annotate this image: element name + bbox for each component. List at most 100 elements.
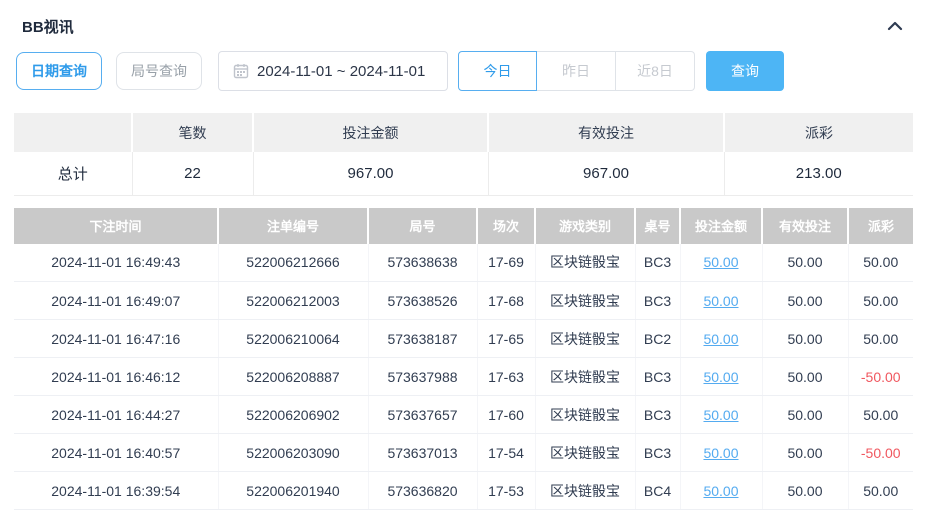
table-row: 2024-11-01 16:46:12 522006208887 5736379… xyxy=(14,358,913,396)
cell-bet-time: 2024-11-01 16:39:54 xyxy=(14,472,218,510)
cell-table-no: BC2 xyxy=(635,320,680,358)
cell-valid-bet: 50.00 xyxy=(762,244,848,282)
cell-payout: 50.00 xyxy=(848,282,913,320)
header-payout: 派彩 xyxy=(848,208,913,244)
cell-bet-amount: 50.00 xyxy=(680,472,762,510)
cell-payout: -50.00 xyxy=(848,358,913,396)
summary-header-count: 笔数 xyxy=(132,113,253,152)
summary-header-valid-bet: 有效投注 xyxy=(488,113,724,152)
quick-range-yesterday[interactable]: 昨日 xyxy=(537,51,616,91)
cell-game-type: 区块链骰宝 xyxy=(535,472,635,510)
cell-payout: 50.00 xyxy=(848,396,913,434)
cell-bet-amount: 50.00 xyxy=(680,282,762,320)
table-row: 2024-11-01 16:44:27 522006206902 5736376… xyxy=(14,396,913,434)
bet-amount-link[interactable]: 50.00 xyxy=(703,445,738,461)
summary-header-payout: 派彩 xyxy=(724,113,913,152)
bet-amount-link[interactable]: 50.00 xyxy=(703,483,738,499)
cell-bet-id: 522006208887 xyxy=(218,358,368,396)
cell-session: 17-69 xyxy=(477,244,535,282)
cell-round-id: 573638526 xyxy=(368,282,477,320)
quick-range-last8days[interactable]: 近8日 xyxy=(616,51,695,91)
cell-table-no: BC3 xyxy=(635,358,680,396)
cell-bet-amount: 50.00 xyxy=(680,244,762,282)
cell-table-no: BC3 xyxy=(635,434,680,472)
cell-bet-amount: 50.00 xyxy=(680,434,762,472)
summary-total-count: 22 xyxy=(132,152,253,195)
table-row: 2024-11-01 16:49:07 522006212003 5736385… xyxy=(14,282,913,320)
cell-table-no: BC3 xyxy=(635,282,680,320)
page-title: BB视讯 xyxy=(22,16,74,37)
bet-amount-link[interactable]: 50.00 xyxy=(703,407,738,423)
cell-round-id: 573636820 xyxy=(368,472,477,510)
cell-game-type: 区块链骰宝 xyxy=(535,358,635,396)
table-row: 2024-11-01 16:39:54 522006201940 5736368… xyxy=(14,472,913,510)
cell-table-no: BC3 xyxy=(635,396,680,434)
collapse-button[interactable] xyxy=(887,19,903,35)
date-range-input[interactable]: 2024-11-01 ~ 2024-11-01 xyxy=(218,51,448,91)
cell-round-id: 573637657 xyxy=(368,396,477,434)
cell-payout: 50.00 xyxy=(848,244,913,282)
panel-header: BB视讯 xyxy=(0,0,933,40)
bet-records-table: 下注时间 注单编号 局号 场次 游戏类别 桌号 投注金额 有效投注 派彩 202… xyxy=(14,208,913,510)
cell-game-type: 区块链骰宝 xyxy=(535,282,635,320)
cell-payout: 50.00 xyxy=(848,472,913,510)
date-range-value: 2024-11-01 ~ 2024-11-01 xyxy=(257,63,425,80)
cell-valid-bet: 50.00 xyxy=(762,396,848,434)
calendar-icon xyxy=(233,63,249,79)
chevron-up-icon xyxy=(887,19,903,35)
bet-amount-link[interactable]: 50.00 xyxy=(703,254,738,270)
cell-bet-amount: 50.00 xyxy=(680,320,762,358)
cell-game-type: 区块链骰宝 xyxy=(535,244,635,282)
cell-round-id: 573638187 xyxy=(368,320,477,358)
header-valid-bet: 有效投注 xyxy=(762,208,848,244)
cell-bet-time: 2024-11-01 16:49:43 xyxy=(14,244,218,282)
cell-session: 17-54 xyxy=(477,434,535,472)
bet-amount-link[interactable]: 50.00 xyxy=(703,369,738,385)
cell-session: 17-65 xyxy=(477,320,535,358)
cell-valid-bet: 50.00 xyxy=(762,358,848,396)
cell-session: 17-63 xyxy=(477,358,535,396)
cell-table-no: BC4 xyxy=(635,472,680,510)
cell-valid-bet: 50.00 xyxy=(762,282,848,320)
tab-round-query[interactable]: 局号查询 xyxy=(116,52,202,90)
cell-payout: 50.00 xyxy=(848,320,913,358)
summary-header-row: 笔数 投注金额 有效投注 派彩 xyxy=(14,113,913,152)
cell-bet-time: 2024-11-01 16:49:07 xyxy=(14,282,218,320)
bet-amount-link[interactable]: 50.00 xyxy=(703,293,738,309)
cell-round-id: 573637013 xyxy=(368,434,477,472)
cell-bet-time: 2024-11-01 16:40:57 xyxy=(14,434,218,472)
cell-bet-id: 522006206902 xyxy=(218,396,368,434)
search-button[interactable]: 查询 xyxy=(706,51,784,91)
quick-range-today[interactable]: 今日 xyxy=(458,51,537,91)
cell-session: 17-60 xyxy=(477,396,535,434)
table-row: 2024-11-01 16:47:16 522006210064 5736381… xyxy=(14,320,913,358)
cell-bet-time: 2024-11-01 16:47:16 xyxy=(14,320,218,358)
cell-bet-id: 522006212666 xyxy=(218,244,368,282)
cell-valid-bet: 50.00 xyxy=(762,472,848,510)
bet-amount-link[interactable]: 50.00 xyxy=(703,331,738,347)
cell-bet-time: 2024-11-01 16:46:12 xyxy=(14,358,218,396)
cell-game-type: 区块链骰宝 xyxy=(535,396,635,434)
header-round-id: 局号 xyxy=(368,208,477,244)
summary-total-bet-amount: 967.00 xyxy=(253,152,488,195)
summary-total-valid-bet: 967.00 xyxy=(488,152,724,195)
cell-bet-id: 522006212003 xyxy=(218,282,368,320)
cell-round-id: 573637988 xyxy=(368,358,477,396)
table-row: 2024-11-01 16:49:43 522006212666 5736386… xyxy=(14,244,913,282)
header-bet-id: 注单编号 xyxy=(218,208,368,244)
cell-game-type: 区块链骰宝 xyxy=(535,434,635,472)
summary-total-payout: 213.00 xyxy=(724,152,913,195)
cell-round-id: 573638638 xyxy=(368,244,477,282)
header-bet-amount: 投注金额 xyxy=(680,208,762,244)
tab-date-query[interactable]: 日期查询 xyxy=(16,52,102,90)
header-game-type: 游戏类别 xyxy=(535,208,635,244)
summary-header-blank xyxy=(14,113,132,152)
cell-bet-amount: 50.00 xyxy=(680,358,762,396)
cell-valid-bet: 50.00 xyxy=(762,320,848,358)
quick-range-group: 今日 昨日 近8日 xyxy=(458,51,695,91)
cell-bet-id: 522006201940 xyxy=(218,472,368,510)
cell-valid-bet: 50.00 xyxy=(762,434,848,472)
summary-header-bet-amount: 投注金额 xyxy=(253,113,488,152)
summary-total-row: 总计 22 967.00 967.00 213.00 xyxy=(14,152,913,195)
cell-bet-amount: 50.00 xyxy=(680,396,762,434)
